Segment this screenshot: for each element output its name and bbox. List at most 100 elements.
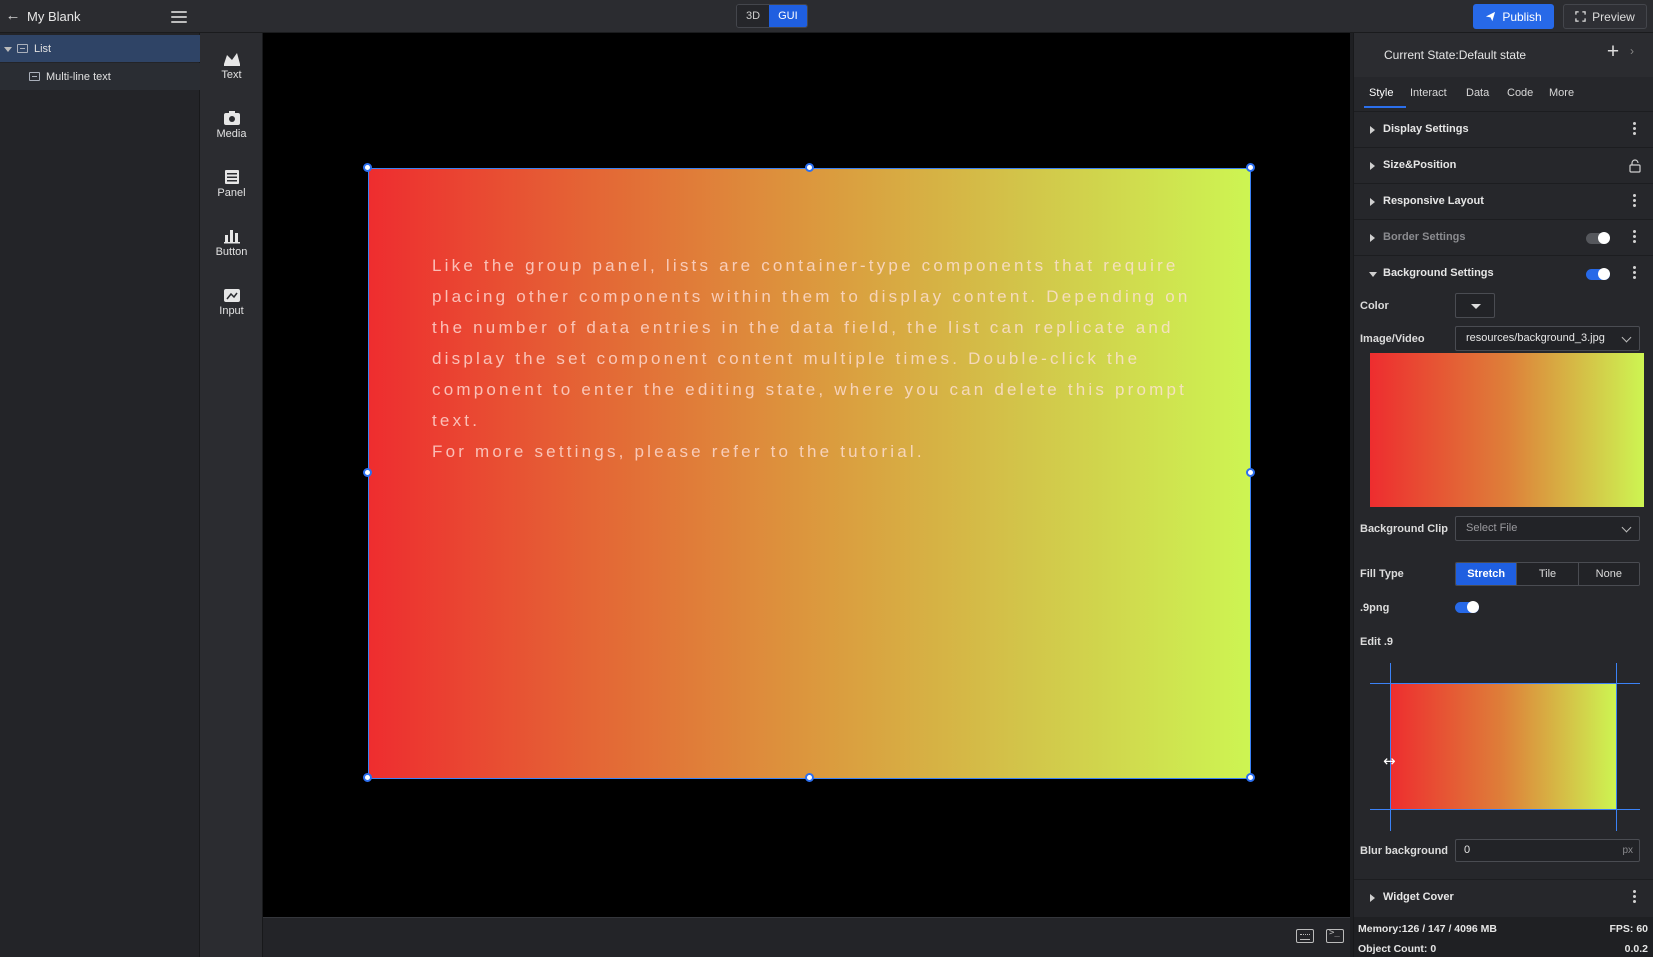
component-panel[interactable]: Panel (200, 163, 263, 213)
nine-guide-bottom[interactable] (1370, 809, 1640, 810)
fill-type-label: Fill Type (1360, 568, 1404, 580)
image-video-value: resources/background_3.jpg (1466, 332, 1605, 344)
button-icon (223, 230, 240, 244)
component-label: Input (219, 305, 244, 317)
nine-png-toggle[interactable] (1455, 601, 1479, 613)
multiline-text-widget[interactable]: Like the group panel, lists are containe… (432, 250, 1222, 467)
resize-handle-bottom-right[interactable] (1246, 773, 1255, 782)
edit-nine-label: Edit .9 (1360, 636, 1394, 648)
back-arrow-icon[interactable]: ← (4, 7, 22, 25)
background-clip-placeholder: Select File (1466, 522, 1518, 534)
property-tabs: Style Interact Data Code More (1354, 77, 1653, 111)
section-display-settings[interactable]: Display Settings (1354, 111, 1653, 147)
preview-button[interactable]: Preview (1563, 4, 1647, 29)
text-node-icon (29, 72, 40, 81)
image-video-select[interactable]: resources/background_3.jpg (1455, 326, 1640, 351)
caret-right-icon (1370, 126, 1375, 134)
toggle-knob (1598, 268, 1610, 280)
more-options-icon[interactable] (1633, 122, 1637, 138)
resize-handle-top-left[interactable] (363, 163, 372, 172)
component-label: Button (215, 246, 248, 258)
section-responsive-layout[interactable]: Responsive Layout (1354, 183, 1653, 219)
resize-handle-top-right[interactable] (1246, 163, 1255, 172)
list-widget[interactable]: Like the group panel, lists are containe… (368, 168, 1251, 779)
tab-code[interactable]: Code (1507, 87, 1533, 99)
resize-handle-right[interactable] (1246, 468, 1255, 477)
mode-toggle: 3D GUI (736, 4, 808, 28)
resize-handle-top[interactable] (805, 163, 814, 172)
publish-label: Publish (1502, 9, 1542, 24)
fill-none-button[interactable]: None (1577, 563, 1639, 585)
keyboard-icon[interactable] (1296, 929, 1314, 943)
add-state-icon[interactable]: + (1603, 41, 1623, 62)
nine-patch-image (1390, 683, 1616, 809)
mode-gui-button[interactable]: GUI (769, 5, 807, 27)
fill-stretch-button[interactable]: Stretch (1456, 563, 1517, 585)
component-media[interactable]: Media (200, 104, 263, 154)
background-toggle[interactable] (1586, 268, 1610, 280)
nine-guide-left[interactable] (1390, 663, 1391, 831)
section-size-position[interactable]: Size&Position (1354, 147, 1653, 183)
component-bar: Text Media Panel Button Input (200, 33, 263, 957)
tab-data[interactable]: Data (1466, 87, 1489, 99)
tab-more[interactable]: More (1549, 87, 1574, 99)
caret-right-icon (1370, 162, 1375, 170)
background-clip-select[interactable]: Select File (1455, 516, 1640, 541)
section-title: Widget Cover (1383, 891, 1454, 903)
component-label: Media (216, 128, 247, 140)
resize-handle-bottom-left[interactable] (363, 773, 372, 782)
chevron-down-icon (1621, 522, 1632, 533)
section-title: Border Settings (1383, 231, 1466, 243)
nine-patch-editor[interactable]: ↔ (1370, 663, 1640, 833)
component-button[interactable]: Button (200, 222, 263, 272)
preview-label: Preview (1592, 9, 1635, 24)
component-input[interactable]: Input (200, 281, 263, 331)
fill-tile-button[interactable]: Tile (1516, 563, 1578, 585)
resize-handle-left[interactable] (363, 468, 372, 477)
state-row: Current State:Default state + › (1354, 33, 1653, 77)
section-widget-cover[interactable]: Widget Cover (1354, 879, 1653, 915)
tab-style[interactable]: Style (1369, 87, 1393, 99)
property-panel: Current State:Default state + › Style In… (1353, 33, 1653, 957)
memory-readout: Memory:126 / 147 / 4096 MB (1358, 923, 1497, 935)
resize-handle-bottom[interactable] (805, 773, 814, 782)
nine-guide-top[interactable] (1370, 683, 1640, 684)
canvas-bottom-bar (263, 917, 1350, 957)
component-text[interactable]: Text (200, 45, 263, 95)
fill-type-segmented: Stretch Tile None (1455, 562, 1640, 586)
blur-unit: px (1622, 845, 1633, 856)
more-options-icon[interactable] (1633, 194, 1637, 210)
chevron-right-icon[interactable]: › (1630, 44, 1634, 58)
current-state-label[interactable]: Current State:Default state (1384, 48, 1526, 62)
tree-item-multiline-text[interactable]: Multi-line text (0, 63, 200, 90)
status-bar: Memory:126 / 147 / 4096 MB FPS: 60 Objec… (1354, 917, 1653, 957)
background-clip-label: Background Clip (1360, 523, 1449, 535)
section-border-settings[interactable]: Border Settings (1354, 219, 1653, 255)
tab-interact[interactable]: Interact (1410, 87, 1447, 99)
more-options-icon[interactable] (1633, 230, 1637, 246)
more-options-icon[interactable] (1633, 890, 1637, 906)
section-title: Background Settings (1383, 267, 1494, 279)
version-readout: 0.0.2 (1624, 943, 1648, 955)
caret-down-icon (1369, 272, 1377, 277)
layer-tree: List Multi-line text (0, 33, 200, 957)
nine-guide-right[interactable] (1616, 663, 1617, 831)
color-label: Color (1360, 300, 1389, 312)
blur-value: 0 (1464, 844, 1471, 856)
lock-icon[interactable] (1629, 159, 1641, 173)
mode-3d-button[interactable]: 3D (737, 5, 770, 27)
fullscreen-icon (1575, 11, 1586, 22)
publish-button[interactable]: Publish (1473, 4, 1554, 29)
color-picker[interactable] (1455, 293, 1495, 318)
section-background-settings[interactable]: Background Settings (1354, 255, 1653, 291)
resize-cursor-icon: ↔ (1383, 752, 1396, 770)
terminal-icon[interactable] (1326, 928, 1344, 943)
component-label: Panel (217, 187, 246, 199)
more-options-icon[interactable] (1633, 266, 1637, 282)
caret-down-icon[interactable] (4, 45, 12, 53)
section-title: Responsive Layout (1383, 195, 1484, 207)
border-toggle[interactable] (1586, 232, 1610, 244)
hamburger-menu-icon[interactable] (171, 8, 187, 24)
blur-background-input[interactable]: 0 px (1455, 839, 1640, 862)
tree-item-list[interactable]: List (0, 35, 200, 62)
